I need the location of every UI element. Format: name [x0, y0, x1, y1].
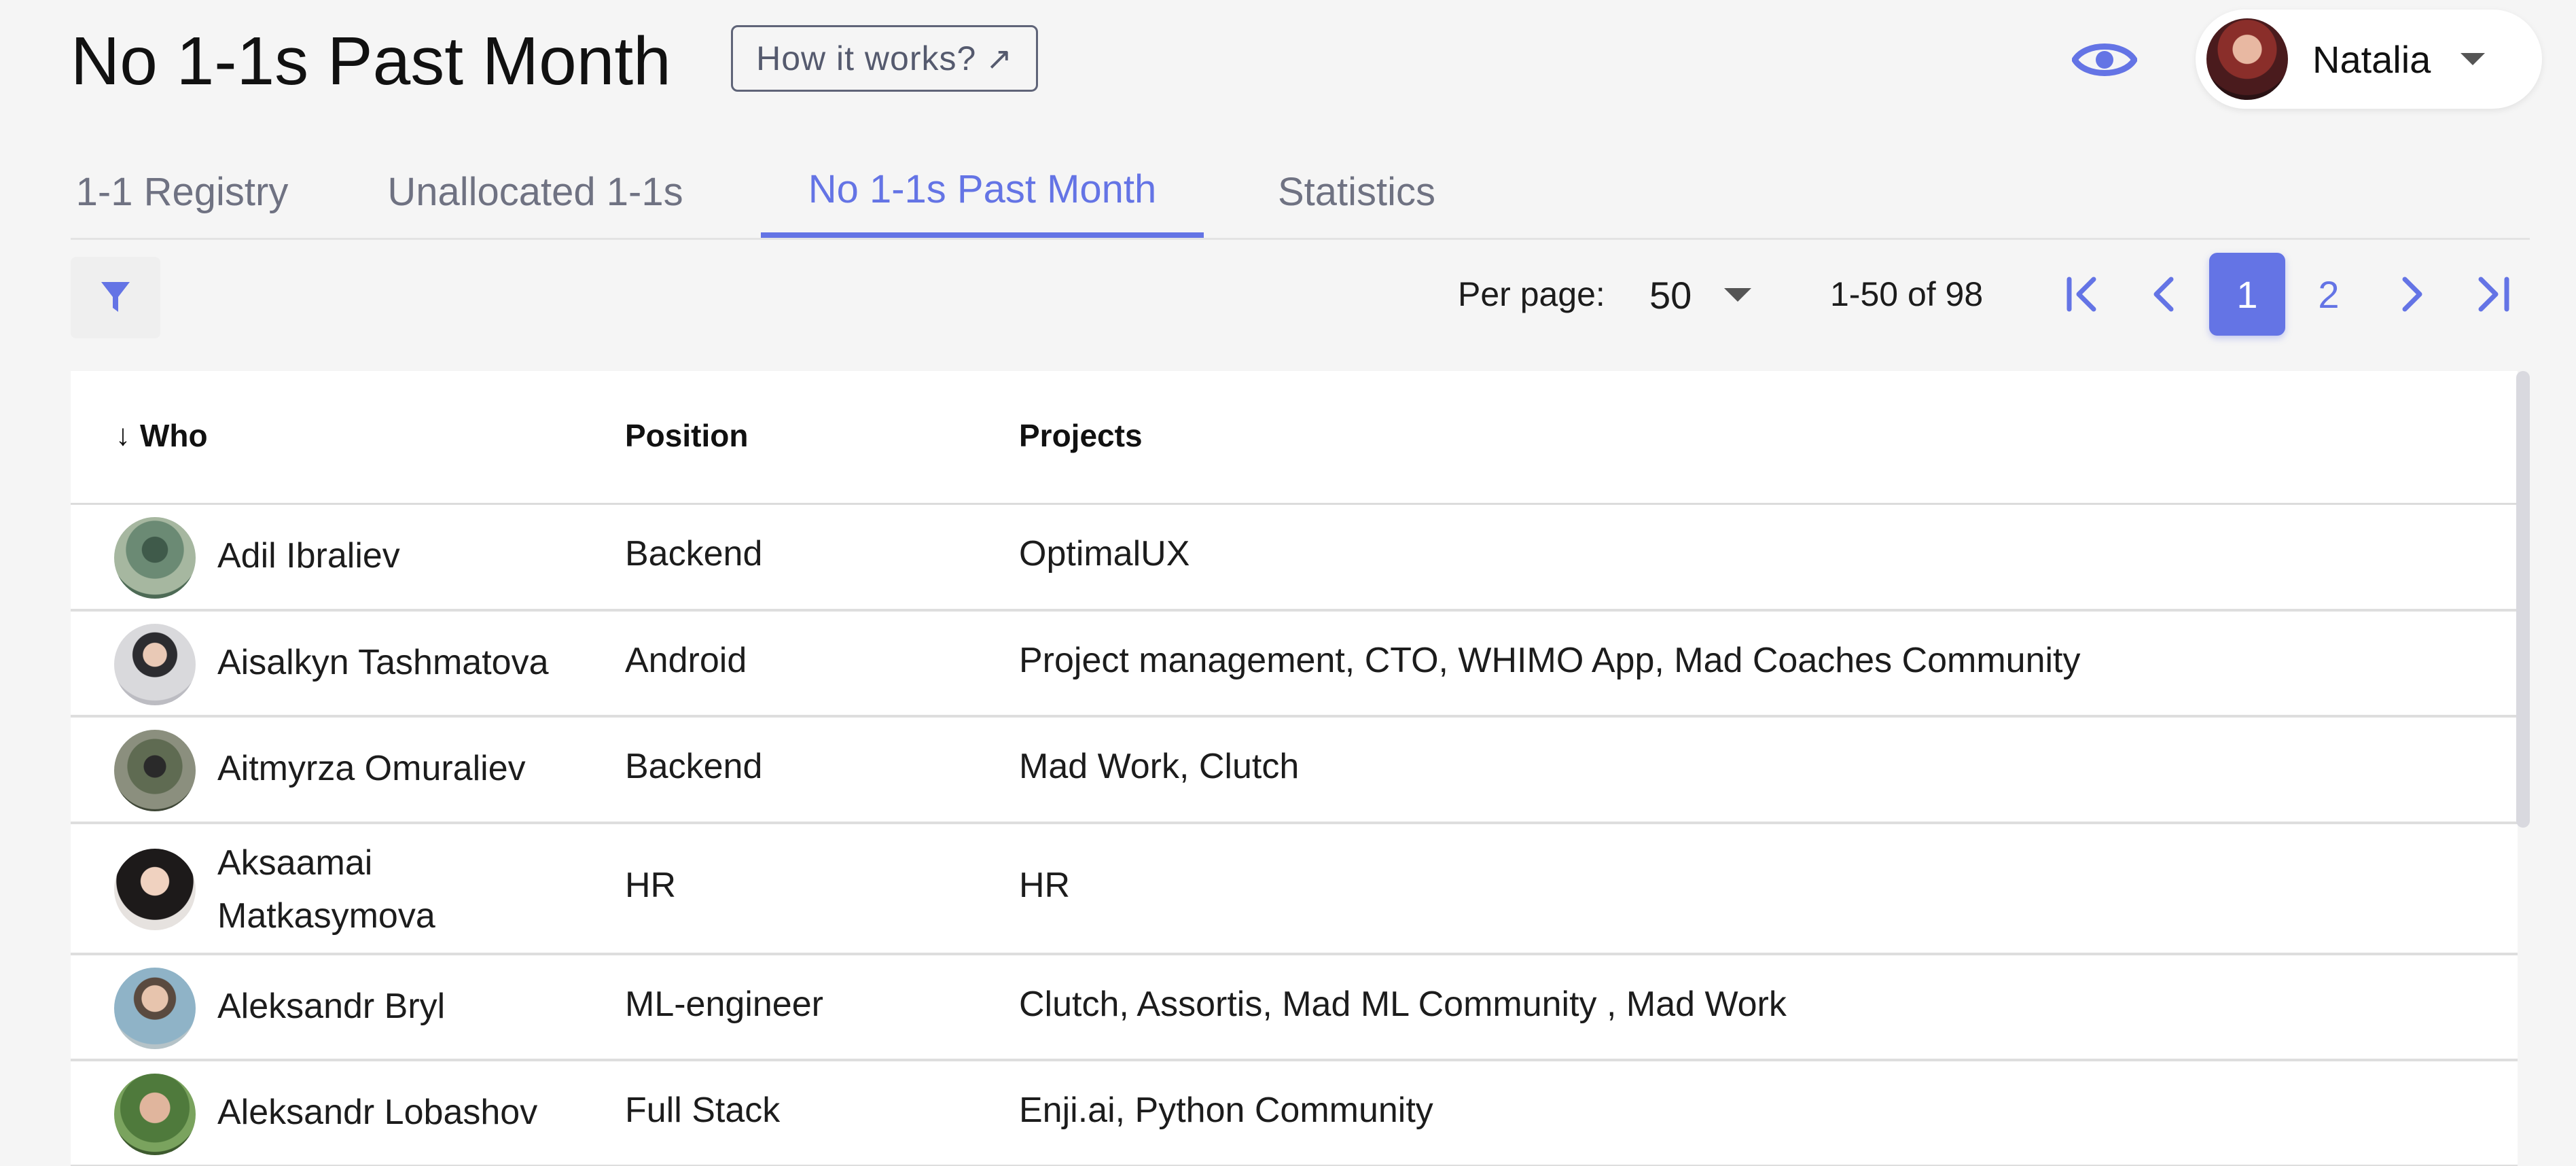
next-page-icon	[2402, 277, 2422, 312]
per-page-label: Per page:	[1458, 275, 1605, 313]
tab-1-1-registry[interactable]: 1-1 Registry	[76, 145, 289, 238]
external-link-icon: ↗	[986, 41, 1013, 76]
sort-down-icon: ↓	[115, 419, 130, 452]
avatar	[114, 968, 196, 1049]
table-row[interactable]: Aisalkyn Tashmatova Android Project mana…	[71, 612, 2518, 718]
person-position: HR	[625, 866, 677, 905]
person-name: Aksaamai Matkasymova	[217, 843, 435, 936]
table-row[interactable]: Adil Ibraliev Backend OptimalUX	[71, 505, 2518, 612]
avatar	[114, 849, 196, 930]
tab-unallocated-1-1s[interactable]: Unallocated 1-1s	[387, 145, 683, 238]
last-page-button[interactable]	[2455, 253, 2531, 336]
avatar	[114, 1074, 196, 1155]
person-position: Backend	[625, 747, 763, 786]
person-projects: Project management, CTO, WHIMO App, Mad …	[1019, 641, 2081, 680]
per-page-select[interactable]: 50	[1649, 261, 1778, 329]
table-scrollbar[interactable]	[2516, 371, 2530, 828]
table-row[interactable]: Aleksandr Lobashov Full Stack Enji.ai, P…	[71, 1061, 2518, 1166]
user-menu[interactable]: Natalia	[2196, 10, 2542, 109]
page-button-1[interactable]: 1	[2209, 253, 2285, 336]
person-name: Aleksandr Bryl	[217, 987, 446, 1026]
person-projects: OptimalUX	[1019, 534, 1190, 573]
filter-button[interactable]	[71, 257, 160, 338]
person-name: Aleksandr Lobashov	[217, 1093, 538, 1132]
person-name: Aisalkyn Tashmatova	[217, 643, 549, 682]
per-page-value: 50	[1649, 273, 1692, 317]
person-position: Android	[625, 641, 747, 680]
person-projects: Enji.ai, Python Community	[1019, 1091, 1433, 1130]
table-row[interactable]: Aleksandr Bryl ML-engineer Clutch, Assor…	[71, 955, 2518, 1061]
column-header-position[interactable]: Position	[625, 417, 748, 454]
column-header-projects[interactable]: Projects	[1019, 417, 1143, 454]
people-table: ↓ Who Position Projects Adil Ibraliev Ba…	[71, 371, 2518, 1166]
avatar	[114, 517, 196, 599]
person-projects: Clutch, Assortis, Mad ML Community , Mad…	[1019, 985, 1787, 1024]
filter-icon	[101, 282, 130, 312]
person-projects: Mad Work, Clutch	[1019, 747, 1300, 786]
user-name: Natalia	[2312, 37, 2431, 81]
pagination-range: 1-50 of 98	[1830, 275, 1984, 313]
person-projects: HR	[1019, 866, 1071, 905]
prev-page-button[interactable]	[2126, 253, 2202, 336]
person-name: Aitmyrza Omuraliev	[217, 749, 526, 788]
column-header-who-label: Who	[140, 418, 208, 453]
next-page-button[interactable]	[2374, 253, 2450, 336]
tab-bar: 1-1 Registry Unallocated 1-1s No 1-1s Pa…	[71, 145, 2530, 240]
last-page-icon	[2478, 277, 2509, 312]
tab-statistics[interactable]: Statistics	[1245, 145, 1469, 238]
chevron-down-icon	[1724, 288, 1752, 302]
column-header-who[interactable]: ↓ Who	[115, 417, 208, 454]
chevron-down-icon	[2461, 53, 2486, 65]
how-it-works-label: How it works?	[756, 39, 977, 77]
person-position: ML-engineer	[625, 985, 823, 1024]
how-it-works-button[interactable]: How it works? ↗	[731, 25, 1038, 92]
avatar	[114, 624, 196, 705]
prev-page-icon	[2153, 277, 2174, 312]
first-page-icon	[2067, 277, 2096, 312]
user-avatar	[2206, 18, 2288, 100]
first-page-button[interactable]	[2045, 253, 2121, 336]
page-title: No 1-1s Past Month	[71, 23, 671, 99]
person-position: Full Stack	[625, 1091, 781, 1130]
eye-icon	[2072, 43, 2137, 76]
visibility-toggle-button[interactable]	[2071, 33, 2139, 87]
person-position: Backend	[625, 534, 763, 573]
page-button-2[interactable]: 2	[2291, 253, 2367, 336]
tab-no-1-1s-past-month[interactable]: No 1-1s Past Month	[761, 145, 1204, 238]
person-name: Adil Ibraliev	[217, 536, 400, 576]
table-row[interactable]: Aksaamai Matkasymova HR HR	[71, 824, 2518, 955]
avatar	[114, 730, 196, 811]
table-row[interactable]: Aitmyrza Omuraliev Backend Mad Work, Clu…	[71, 718, 2518, 824]
